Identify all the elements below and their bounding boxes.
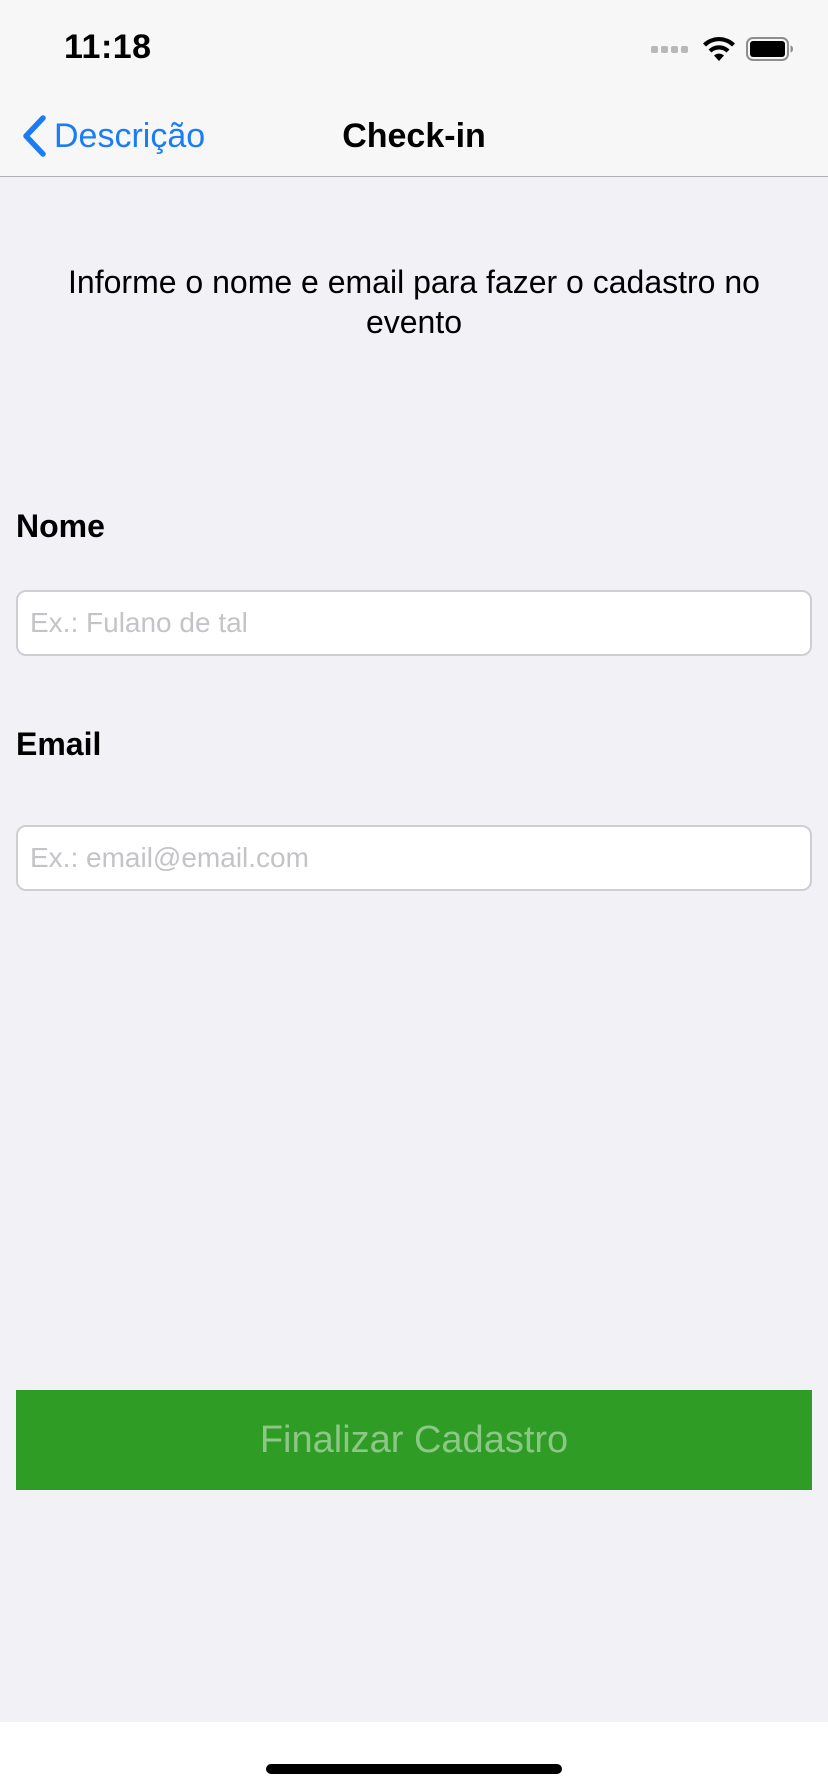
home-indicator[interactable] bbox=[266, 1764, 562, 1774]
wifi-icon bbox=[703, 37, 735, 61]
email-input[interactable] bbox=[16, 825, 812, 891]
home-indicator-area bbox=[0, 1722, 828, 1792]
back-button[interactable]: Descrição bbox=[22, 112, 205, 160]
status-bar: 11:18 bbox=[0, 0, 828, 100]
battery-icon bbox=[746, 37, 793, 61]
back-button-label: Descrição bbox=[54, 116, 206, 155]
finalize-registration-button[interactable]: Finalizar Cadastro bbox=[16, 1390, 812, 1490]
email-label: Email bbox=[16, 726, 102, 762]
status-icons bbox=[651, 34, 794, 64]
name-label: Nome bbox=[16, 508, 105, 544]
signal-icon bbox=[651, 45, 688, 53]
name-input[interactable] bbox=[16, 590, 812, 656]
instructions-text: Informe o nome e email para fazer o cada… bbox=[68, 264, 760, 340]
status-time: 11:18 bbox=[64, 28, 152, 66]
chevron-left-icon bbox=[23, 115, 46, 157]
nav-bar: Check-in Descrição bbox=[0, 100, 828, 177]
